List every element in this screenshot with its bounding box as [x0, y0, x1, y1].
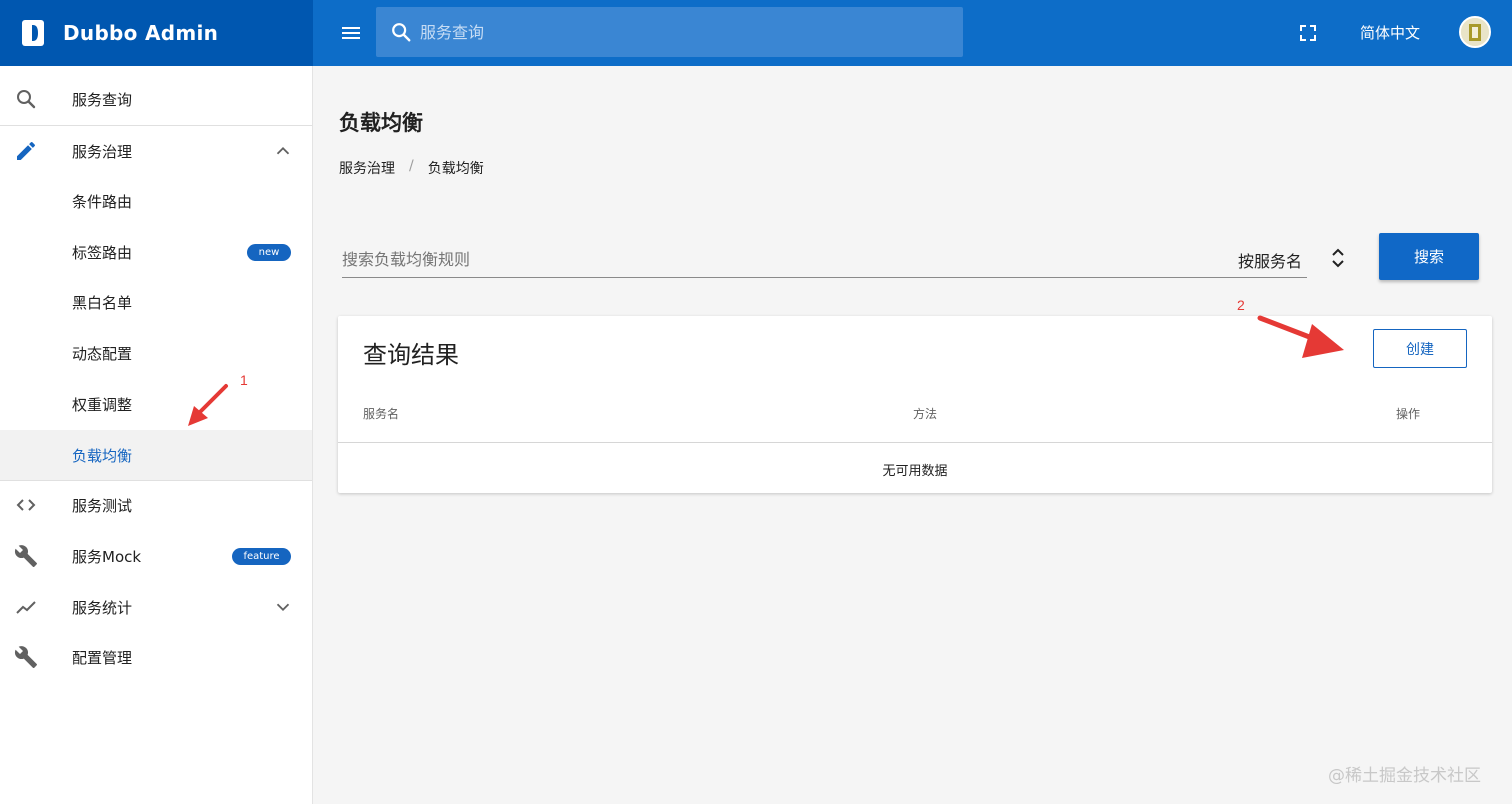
- menu-icon[interactable]: [339, 21, 363, 45]
- sidebar-item-condition-route[interactable]: 条件路由: [0, 176, 312, 226]
- app-title: Dubbo Admin: [63, 21, 219, 45]
- sidebar-item-service-query[interactable]: 服务查询: [0, 74, 312, 124]
- wrench-icon: [14, 645, 38, 669]
- sidebar-item-label: 标签路由: [72, 243, 133, 262]
- page-title: 负载均衡: [339, 111, 423, 135]
- global-search-input[interactable]: [420, 22, 963, 42]
- sidebar-item-config-management[interactable]: 配置管理: [0, 632, 312, 682]
- sidebar-item-label: 服务Mock: [72, 547, 142, 566]
- sidebar-item-service-mock[interactable]: 服务Mock feature: [0, 531, 312, 581]
- sidebar-item-tag-route[interactable]: 标签路由 new: [0, 227, 312, 277]
- sidebar-item-label: 黑白名单: [72, 293, 133, 312]
- feature-badge: feature: [232, 547, 291, 565]
- sidebar-item-label: 动态配置: [72, 344, 133, 363]
- sidebar-item-service-governance[interactable]: 服务治理: [0, 126, 312, 176]
- column-header-service[interactable]: 服务名: [363, 405, 399, 422]
- sidebar-item-label: 负载均衡: [72, 446, 133, 465]
- rule-search-field[interactable]: [342, 238, 1307, 278]
- column-header-method[interactable]: 方法: [913, 405, 937, 422]
- create-button[interactable]: 创建: [1373, 329, 1467, 368]
- table-divider: [338, 442, 1492, 443]
- annotation-number: 2: [1237, 297, 1245, 313]
- top-bar: 简体中文: [313, 0, 1512, 66]
- search-icon: [14, 87, 38, 111]
- sidebar-item-dynamic-config[interactable]: 动态配置: [0, 328, 312, 378]
- sidebar-item-label: 权重调整: [72, 395, 133, 414]
- code-icon: [14, 493, 38, 517]
- global-search[interactable]: [376, 7, 963, 57]
- annotation-arrow-icon: [1257, 315, 1344, 358]
- chevron-down-icon: [272, 596, 294, 618]
- search-type-select[interactable]: 按服务名: [1238, 248, 1302, 272]
- sidebar: 服务查询 服务治理 条件路由 标签路由 new 黑白名单 动态配置 权重调整 负…: [0, 66, 313, 804]
- search-button[interactable]: 搜索: [1379, 233, 1479, 280]
- dubbo-logo-icon: [22, 20, 44, 46]
- search-icon: [390, 21, 412, 43]
- wrench-icon: [14, 544, 38, 568]
- breadcrumb-separator: /: [409, 158, 414, 174]
- fullscreen-icon[interactable]: [1296, 21, 1320, 45]
- language-switch[interactable]: 简体中文: [1360, 22, 1420, 43]
- pencil-icon: [14, 139, 38, 163]
- annotation-arrow-icon: [188, 384, 228, 426]
- new-badge: new: [247, 243, 291, 261]
- empty-state: 无可用数据: [882, 464, 948, 479]
- sidebar-item-access-control[interactable]: 黑白名单: [0, 277, 312, 327]
- rule-search-input[interactable]: [342, 246, 1202, 272]
- sidebar-item-load-balance[interactable]: 负载均衡: [0, 430, 312, 480]
- chevron-up-icon: [272, 140, 294, 162]
- column-header-actions: 操作: [1396, 407, 1421, 421]
- annotation-number: 1: [240, 372, 248, 388]
- sidebar-item-label: 服务治理: [72, 142, 133, 161]
- trending-icon: [14, 595, 38, 619]
- sidebar-item-label: 服务测试: [72, 496, 133, 515]
- sidebar-item-weight-adjust[interactable]: 权重调整: [0, 379, 312, 429]
- avatar[interactable]: [1459, 16, 1491, 48]
- breadcrumb-item: 负载均衡: [427, 161, 484, 177]
- sidebar-item-service-stats[interactable]: 服务统计: [0, 582, 312, 632]
- results-title: 查询结果: [363, 341, 459, 369]
- breadcrumb: 服务治理 / 负载均衡: [339, 158, 484, 178]
- sidebar-item-label: 配置管理: [72, 648, 133, 667]
- sidebar-item-label: 服务查询: [72, 90, 133, 109]
- unfold-icon[interactable]: [1329, 246, 1347, 270]
- sidebar-item-service-test[interactable]: 服务测试: [0, 480, 312, 530]
- sidebar-item-label: 条件路由: [72, 192, 133, 211]
- watermark: @稀土掘金技术社区: [1328, 766, 1481, 786]
- app-brand: Dubbo Admin: [0, 0, 313, 66]
- breadcrumb-item[interactable]: 服务治理: [339, 158, 395, 178]
- sidebar-item-label: 服务统计: [72, 598, 133, 617]
